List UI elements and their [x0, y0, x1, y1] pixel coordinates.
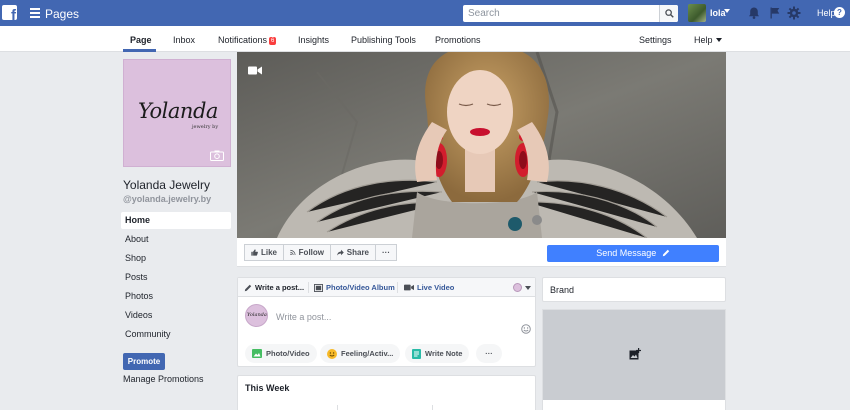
pencil-icon: [662, 249, 669, 257]
sidebar-item-posts[interactable]: Posts: [121, 269, 231, 286]
composer-tab-live-video-label: Live Video: [417, 283, 455, 292]
composer-tab-divider: [308, 282, 309, 293]
tab-page[interactable]: Page: [130, 35, 152, 45]
flag-icon[interactable]: [768, 6, 782, 20]
rss-icon: [290, 249, 296, 256]
tab-promotions[interactable]: Promotions: [435, 35, 481, 45]
share-button-label: Share: [346, 248, 369, 257]
hamburger-icon[interactable]: [30, 8, 40, 18]
send-message-label: Send Message: [596, 248, 657, 258]
composer-tab-write-post-label: Write a post...: [255, 283, 305, 292]
active-tab-indicator: [123, 49, 156, 52]
photo-video-pill[interactable]: Photo/Video: [245, 344, 317, 363]
facebook-logo-letter: f: [11, 7, 16, 20]
brand-label: Brand: [550, 285, 575, 295]
note-icon: [412, 348, 421, 359]
manage-promotions-link[interactable]: Manage Promotions: [123, 374, 204, 384]
follow-button[interactable]: Follow: [283, 244, 331, 261]
composer-tab-live-video[interactable]: Live Video: [404, 283, 454, 292]
user-menu-caret-icon[interactable]: [724, 9, 730, 13]
stat-divider: [432, 405, 433, 410]
sidebar-item-home[interactable]: Home: [121, 212, 231, 229]
video-icon[interactable]: [248, 66, 262, 75]
composer-tab-write-post[interactable]: Write a post...: [244, 283, 304, 292]
search-input[interactable]: [463, 5, 659, 22]
tab-publishing-tools[interactable]: Publishing Tools: [351, 35, 416, 45]
sidebar-item-photos[interactable]: Photos: [121, 288, 231, 305]
follow-button-label: Follow: [298, 248, 324, 257]
top-bar: f Pages lola Help ?: [0, 0, 850, 26]
user-avatar[interactable]: [688, 4, 706, 22]
like-button-label: Like: [260, 248, 277, 257]
brand-card[interactable]: Brand: [542, 277, 726, 302]
photo-icon: [252, 349, 262, 358]
more-actions-button[interactable]: ···: [375, 244, 397, 261]
share-button[interactable]: Share: [330, 244, 376, 261]
page-logo-text: Yolanda: [138, 99, 218, 123]
this-week-card: This Week: [237, 375, 536, 410]
facebook-logo-icon[interactable]: f: [2, 5, 17, 20]
chevron-down-icon: [715, 38, 722, 42]
photos-card: [542, 309, 726, 410]
smile-icon[interactable]: [521, 324, 531, 334]
tab-inbox[interactable]: Inbox: [173, 35, 195, 45]
write-note-pill-label: Write Note: [425, 349, 463, 358]
bell-icon[interactable]: [747, 6, 761, 20]
sidebar-item-videos[interactable]: Videos: [121, 307, 231, 324]
composer-tab-photo-album[interactable]: Photo/Video Album: [314, 283, 395, 292]
page-nav-bar: Page Inbox Notifications 6 Insights Publi…: [0, 26, 850, 52]
this-week-title: This Week: [245, 383, 290, 393]
photo-video-pill-label: Photo/Video: [266, 349, 310, 358]
search-button[interactable]: [659, 5, 678, 22]
chevron-down-icon[interactable]: [525, 286, 531, 290]
more-options-pill[interactable]: ···: [476, 344, 502, 363]
page-logo-subtext: jewelry by: [192, 124, 219, 130]
promote-button[interactable]: Promote: [123, 353, 165, 370]
sidebar-item-about[interactable]: About: [121, 231, 231, 248]
album-icon: [314, 283, 323, 292]
add-photo-icon: [629, 348, 641, 360]
composer-tab-divider: [397, 282, 398, 293]
sidebar-item-community[interactable]: Community: [121, 326, 231, 343]
help-link[interactable]: Help: [817, 8, 836, 18]
tab-help[interactable]: Help: [694, 35, 722, 45]
search-icon: [664, 9, 674, 18]
composer-avatar: Yolanda: [245, 304, 268, 327]
page-handle[interactable]: @yolanda.jewelry.by: [123, 194, 211, 204]
tab-settings[interactable]: Settings: [639, 35, 672, 45]
feeling-activity-pill[interactable]: Feeling/Activ...: [320, 344, 401, 363]
like-button[interactable]: Like: [244, 244, 284, 261]
write-note-pill[interactable]: Write Note: [405, 344, 470, 363]
post-input[interactable]: Write a post...: [276, 312, 331, 322]
sidebar-item-shop[interactable]: Shop: [121, 250, 231, 267]
composer-tabs: Write a post... Photo/Video Album Live V…: [238, 278, 535, 297]
send-message-button[interactable]: Send Message: [547, 245, 719, 262]
pencil-icon: [244, 284, 252, 291]
notification-badge: 6: [269, 37, 277, 45]
live-video-icon: [404, 284, 414, 291]
search-box: [463, 5, 678, 22]
cover-photo[interactable]: [237, 52, 726, 238]
camera-icon[interactable]: [210, 150, 224, 161]
tab-notifications-label: Notifications: [218, 35, 268, 45]
tab-insights[interactable]: Insights: [298, 35, 329, 45]
photo-placeholder[interactable]: [543, 310, 725, 400]
post-composer: Write a post... Photo/Video Album Live V…: [237, 277, 536, 367]
feeling-icon: [327, 348, 337, 359]
share-arrow-icon: [337, 249, 344, 256]
cover-photo-image: [237, 52, 726, 238]
tab-help-label: Help: [694, 35, 713, 45]
stat-divider: [337, 405, 338, 410]
page-name: Yolanda Jewelry: [123, 178, 210, 192]
feeling-activity-pill-label: Feeling/Activ...: [341, 349, 394, 358]
pages-link[interactable]: Pages: [45, 7, 79, 21]
post-as-avatar[interactable]: [513, 283, 522, 292]
gear-icon[interactable]: [787, 6, 801, 20]
thumbs-up-icon: [251, 249, 258, 256]
composer-avatar-text: Yolanda: [247, 312, 267, 318]
composer-tab-photo-album-label: Photo/Video Album: [326, 283, 395, 292]
help-icon[interactable]: ?: [834, 7, 845, 18]
tab-notifications[interactable]: Notifications 6: [218, 35, 277, 45]
